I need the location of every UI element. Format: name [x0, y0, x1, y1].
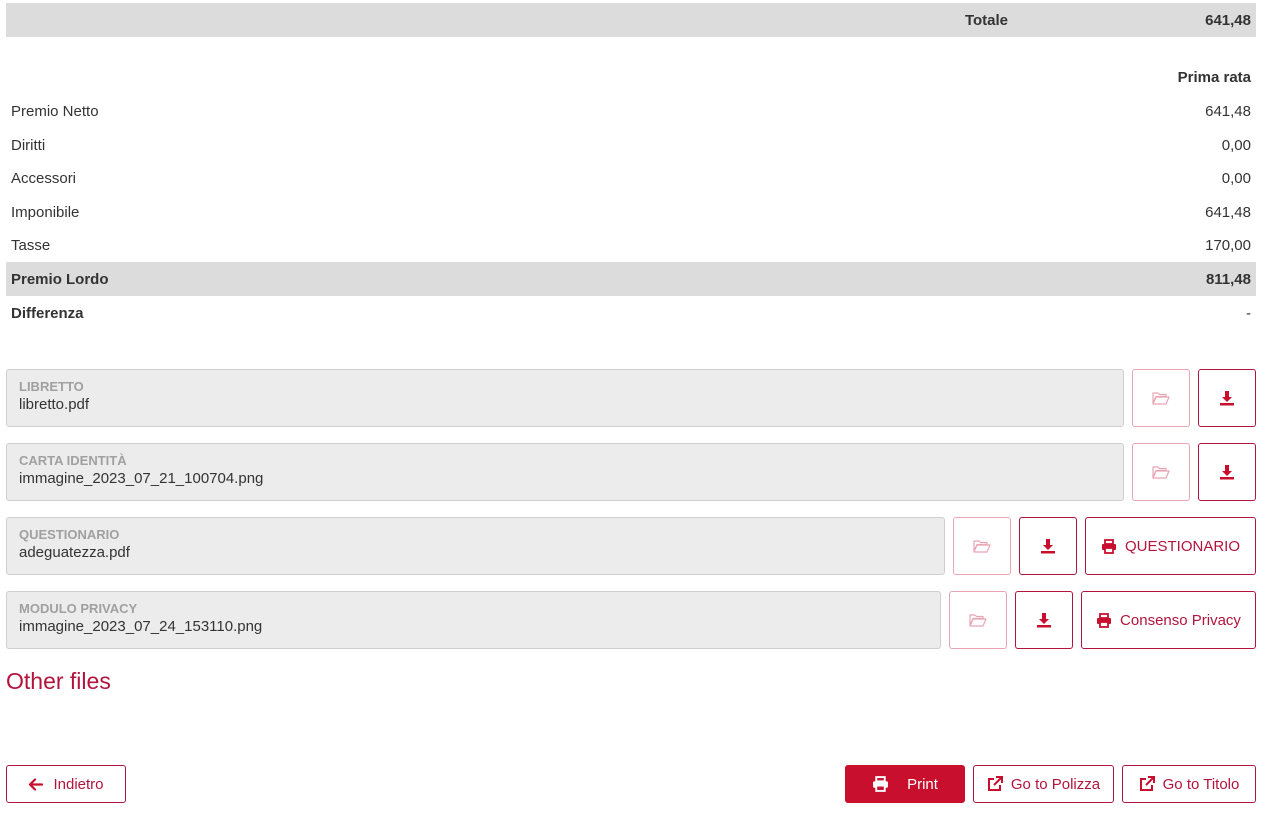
summary-row-value: 641,48	[1205, 203, 1251, 221]
download-button[interactable]	[1019, 517, 1077, 575]
file-field-label: QUESTIONARIO	[19, 527, 120, 542]
printer-icon	[1096, 612, 1112, 628]
summary-row-label: Premio Netto	[11, 102, 99, 120]
summary-row-value: 641,48	[1205, 102, 1251, 120]
download-button[interactable]	[1198, 369, 1256, 427]
go-to-polizza-button[interactable]: Go to Polizza	[973, 765, 1114, 803]
file-field-filename: adeguatezza.pdf	[19, 544, 130, 561]
file-field-carta-identita[interactable]: CARTA IDENTITÀ immagine_2023_07_21_10070…	[6, 443, 1124, 501]
download-button[interactable]	[1198, 443, 1256, 501]
summary-row-value: 0,00	[1221, 169, 1251, 187]
consenso-privacy-button[interactable]: Consenso Privacy	[1081, 591, 1256, 649]
file-field-filename: immagine_2023_07_21_100704.png	[19, 470, 264, 487]
differenza-label: Differenza	[11, 304, 84, 322]
prima-rata-header-row: Prima rata	[6, 60, 1256, 94]
differenza-row: Differenza -	[6, 296, 1256, 330]
consenso-privacy-button-label: Consenso Privacy	[1120, 611, 1241, 629]
questionario-button-label: QUESTIONARIO	[1124, 537, 1240, 555]
download-icon	[1219, 464, 1235, 480]
browse-button[interactable]	[1132, 443, 1190, 501]
summary-row-imponibile: Imponibile 641,48	[6, 195, 1256, 229]
summary-row-accessori: Accessori 0,00	[6, 161, 1256, 195]
download-icon	[1219, 390, 1235, 406]
back-button-label: Indietro	[53, 775, 104, 793]
file-field-libretto[interactable]: LIBRETTO libretto.pdf	[6, 369, 1124, 427]
file-field-label: MODULO PRIVACY	[19, 601, 138, 616]
premio-lordo-row: Premio Lordo 811,48	[6, 262, 1256, 296]
browse-button[interactable]	[953, 517, 1011, 575]
file-field-label: LIBRETTO	[19, 379, 84, 394]
go-to-titolo-label: Go to Titolo	[1162, 775, 1240, 793]
file-field-filename: libretto.pdf	[19, 396, 90, 413]
arrow-left-icon	[28, 777, 44, 791]
summary-row-diritti: Diritti 0,00	[6, 128, 1256, 162]
folder-open-icon	[1152, 465, 1170, 479]
go-to-polizza-label: Go to Polizza	[1010, 775, 1101, 793]
summary-row-label: Tasse	[11, 236, 51, 254]
prima-rata-header: Prima rata	[1177, 68, 1251, 86]
download-button[interactable]	[1015, 591, 1073, 649]
summary-row-value: 170,00	[1205, 236, 1251, 254]
questionario-button[interactable]: QUESTIONARIO	[1085, 517, 1256, 575]
summary-row-value: 0,00	[1221, 136, 1251, 154]
print-button[interactable]: Print	[845, 765, 965, 803]
download-icon	[1036, 612, 1052, 628]
other-files-title: Other files	[6, 668, 111, 694]
go-to-titolo-button[interactable]: Go to Titolo	[1122, 765, 1256, 803]
premio-lordo-label: Premio Lordo	[11, 270, 109, 288]
summary-row-label: Accessori	[11, 169, 77, 187]
folder-open-icon	[969, 613, 987, 627]
file-field-label: CARTA IDENTITÀ	[19, 453, 127, 468]
printer-icon	[1101, 538, 1117, 554]
print-button-label: Print	[907, 775, 938, 793]
file-field-questionario[interactable]: QUESTIONARIO adeguatezza.pdf	[6, 517, 945, 575]
folder-open-icon	[973, 539, 991, 553]
file-field-filename: immagine_2023_07_24_153110.png	[19, 618, 263, 635]
summary-row-tasse: Tasse 170,00	[6, 228, 1256, 262]
printer-icon	[872, 776, 889, 792]
summary-row-label: Imponibile	[11, 203, 80, 221]
totale-value: 641,48	[1205, 11, 1251, 29]
external-link-icon	[1139, 776, 1155, 792]
folder-open-icon	[1152, 391, 1170, 405]
summary-row-label: Diritti	[11, 136, 46, 154]
back-button[interactable]: Indietro	[6, 765, 126, 803]
browse-button[interactable]	[1132, 369, 1190, 427]
download-icon	[1040, 538, 1056, 554]
totale-label: Totale	[964, 11, 1008, 29]
summary-row-premio-netto: Premio Netto 641,48	[6, 94, 1256, 128]
browse-button[interactable]	[949, 591, 1007, 649]
totale-row: Totale 641,48	[6, 3, 1256, 37]
differenza-value: -	[1246, 304, 1251, 322]
premio-lordo-value: 811,48	[1205, 270, 1251, 288]
file-field-modulo-privacy[interactable]: MODULO PRIVACY immagine_2023_07_24_15311…	[6, 591, 941, 649]
external-link-icon	[987, 776, 1003, 792]
